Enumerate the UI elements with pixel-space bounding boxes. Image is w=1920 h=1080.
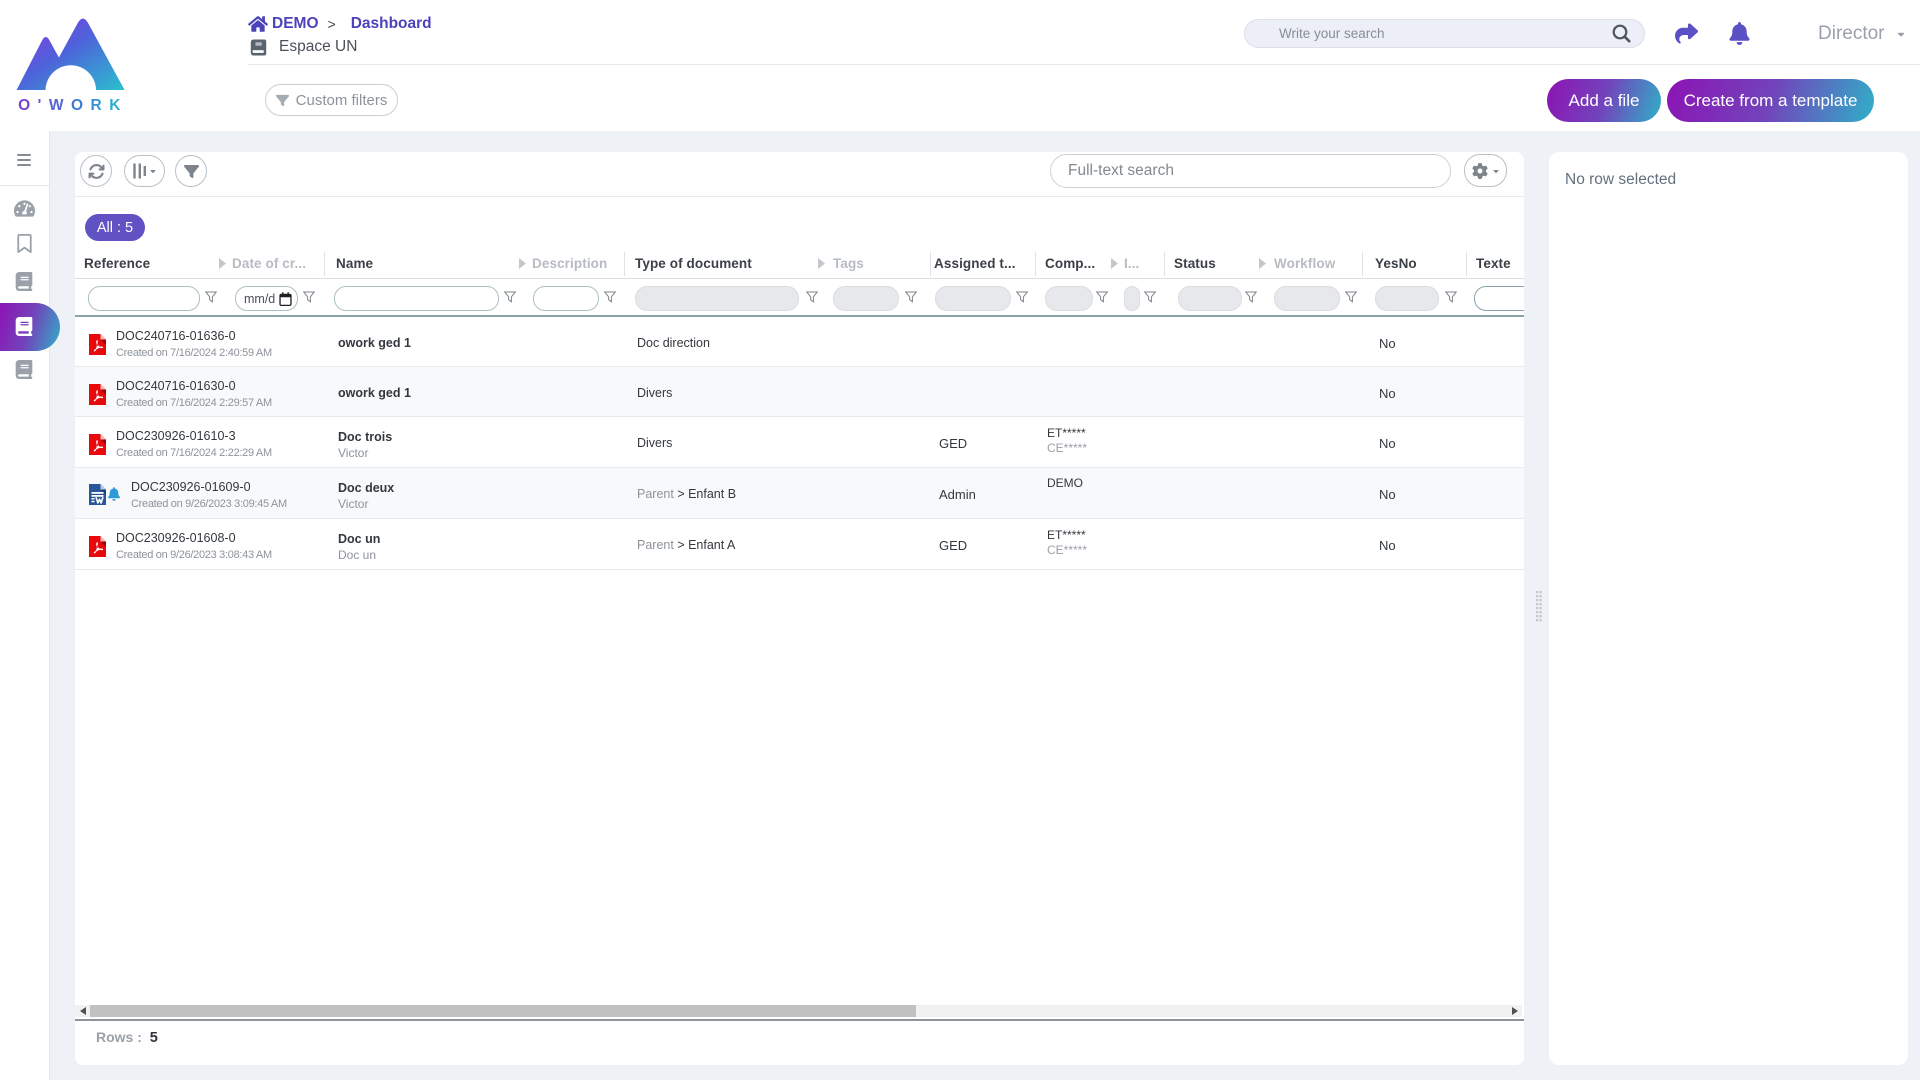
svg-text:O'WORK: O'WORK — [18, 97, 128, 114]
